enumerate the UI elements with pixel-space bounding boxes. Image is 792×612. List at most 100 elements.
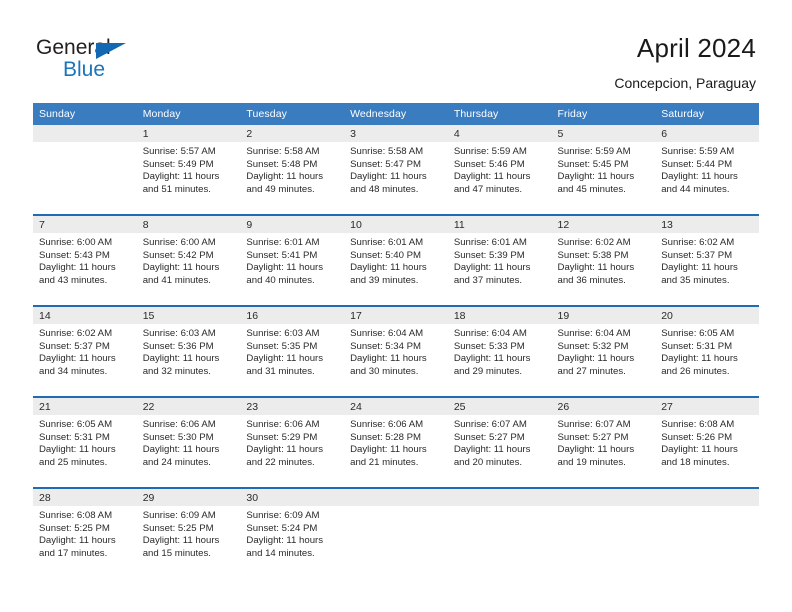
sunrise-text: Sunrise: 6:08 AM: [661, 419, 735, 430]
day-info: Sunrise: 5:57 AM Sunset: 5:49 PM Dayligh…: [137, 142, 241, 196]
calendar-day-cell[interactable]: 13 Sunrise: 6:02 AM Sunset: 5:37 PM Dayl…: [655, 214, 759, 306]
sunrise-text: Sunrise: 6:04 AM: [350, 328, 424, 339]
calendar-day-cell[interactable]: [447, 487, 552, 578]
weekday-header-monday: Monday: [136, 103, 241, 125]
calendar-day-cell[interactable]: 29 Sunrise: 6:09 AM Sunset: 5:25 PM Dayl…: [136, 487, 241, 578]
day-info: Sunrise: 6:05 AM Sunset: 5:31 PM Dayligh…: [33, 415, 137, 469]
general-blue-logo[interactable]: General Blue: [36, 36, 176, 86]
calendar-day-cell[interactable]: 30 Sunrise: 6:09 AM Sunset: 5:24 PM Dayl…: [240, 487, 345, 578]
daycell-content: 19 Sunrise: 6:04 AM Sunset: 5:32 PM Dayl…: [551, 307, 656, 396]
daylight-text-line2: and 34 minutes.: [39, 365, 108, 377]
day-number: 12: [551, 216, 656, 233]
daylight-text-line1: Daylight: 11 hours: [350, 444, 427, 456]
day-info: [344, 506, 448, 510]
daylight-text-line1: Daylight: 11 hours: [557, 444, 635, 456]
blue-triangle-flag-icon: [96, 43, 126, 59]
sunset-text: Sunset: 5:27 PM: [557, 431, 629, 443]
daylight-text-line2: and 17 minutes.: [39, 547, 108, 559]
calendar-day-cell[interactable]: [655, 487, 759, 578]
day-info: Sunrise: 6:07 AM Sunset: 5:27 PM Dayligh…: [552, 415, 656, 469]
calendar-day-cell[interactable]: 2 Sunrise: 5:58 AM Sunset: 5:48 PM Dayli…: [240, 125, 345, 215]
day-info: Sunrise: 6:04 AM Sunset: 5:33 PM Dayligh…: [448, 324, 552, 378]
day-info: Sunrise: 6:09 AM Sunset: 5:25 PM Dayligh…: [137, 506, 241, 560]
daylight-text-line2: and 44 minutes.: [661, 183, 730, 195]
sunrise-text: Sunrise: 6:04 AM: [557, 328, 631, 339]
calendar-day-cell[interactable]: 12 Sunrise: 6:02 AM Sunset: 5:38 PM Dayl…: [551, 214, 656, 306]
daycell-content: 5 Sunrise: 5:59 AM Sunset: 5:45 PM Dayli…: [551, 125, 656, 214]
calendar-day-cell[interactable]: 15 Sunrise: 6:03 AM Sunset: 5:36 PM Dayl…: [136, 305, 241, 397]
daylight-text-line2: and 25 minutes.: [39, 456, 108, 468]
day-number: 27: [655, 398, 759, 415]
daylight-text-line2: and 19 minutes.: [557, 456, 626, 468]
calendar-day-cell[interactable]: 24 Sunrise: 6:06 AM Sunset: 5:28 PM Dayl…: [344, 396, 448, 488]
sunrise-text: Sunrise: 6:06 AM: [142, 419, 216, 430]
daylight-text-line1: Daylight: 11 hours: [453, 171, 531, 183]
calendar-day-cell[interactable]: 20 Sunrise: 6:05 AM Sunset: 5:31 PM Dayl…: [655, 305, 759, 397]
daylight-text-line2: and 24 minutes.: [142, 456, 211, 468]
daycell-content: 29 Sunrise: 6:09 AM Sunset: 5:25 PM Dayl…: [136, 489, 241, 578]
daycell-content: 12 Sunrise: 6:02 AM Sunset: 5:38 PM Dayl…: [551, 216, 656, 305]
calendar-day-cell[interactable]: 28 Sunrise: 6:08 AM Sunset: 5:25 PM Dayl…: [33, 487, 137, 578]
sunrise-text: Sunrise: 6:07 AM: [453, 419, 527, 430]
daylight-text-line2: and 37 minutes.: [453, 274, 523, 286]
day-info: [552, 506, 656, 510]
calendar-day-cell[interactable]: 27 Sunrise: 6:08 AM Sunset: 5:26 PM Dayl…: [655, 396, 759, 488]
calendar-day-cell[interactable]: [33, 125, 137, 215]
calendar-day-cell[interactable]: 21 Sunrise: 6:05 AM Sunset: 5:31 PM Dayl…: [33, 396, 137, 488]
calendar-day-cell[interactable]: 18 Sunrise: 6:04 AM Sunset: 5:33 PM Dayl…: [447, 305, 552, 397]
day-info: Sunrise: 6:08 AM Sunset: 5:26 PM Dayligh…: [655, 415, 759, 469]
sunset-text: Sunset: 5:49 PM: [142, 158, 214, 170]
page-subtitle-location: Concepcion, Paraguay: [614, 75, 756, 91]
calendar-day-cell[interactable]: 8 Sunrise: 6:00 AM Sunset: 5:42 PM Dayli…: [136, 214, 241, 306]
daycell-content: 2 Sunrise: 5:58 AM Sunset: 5:48 PM Dayli…: [240, 125, 345, 214]
daylight-text-line2: and 29 minutes.: [453, 365, 523, 377]
calendar-day-cell[interactable]: 17 Sunrise: 6:04 AM Sunset: 5:34 PM Dayl…: [344, 305, 448, 397]
daylight-text-line2: and 30 minutes.: [350, 365, 419, 377]
sunset-text: Sunset: 5:46 PM: [453, 158, 525, 170]
calendar-day-cell[interactable]: 26 Sunrise: 6:07 AM Sunset: 5:27 PM Dayl…: [551, 396, 656, 488]
sunset-text: Sunset: 5:41 PM: [246, 249, 318, 261]
day-number: 17: [344, 307, 448, 324]
sunrise-text: Sunrise: 6:07 AM: [557, 419, 631, 430]
daylight-text-line2: and 27 minutes.: [557, 365, 626, 377]
calendar-day-cell[interactable]: 22 Sunrise: 6:06 AM Sunset: 5:30 PM Dayl…: [136, 396, 241, 488]
calendar-day-cell[interactable]: 23 Sunrise: 6:06 AM Sunset: 5:29 PM Dayl…: [240, 396, 345, 488]
calendar-day-cell[interactable]: 7 Sunrise: 6:00 AM Sunset: 5:43 PM Dayli…: [33, 214, 137, 306]
sunset-text: Sunset: 5:28 PM: [350, 431, 422, 443]
calendar-day-cell[interactable]: 25 Sunrise: 6:07 AM Sunset: 5:27 PM Dayl…: [447, 396, 552, 488]
calendar-week-row: 28 Sunrise: 6:08 AM Sunset: 5:25 PM Dayl…: [33, 487, 759, 578]
day-number: 14: [33, 307, 137, 324]
calendar-day-cell[interactable]: 14 Sunrise: 6:02 AM Sunset: 5:37 PM Dayl…: [33, 305, 137, 397]
calendar-day-cell[interactable]: 4 Sunrise: 5:59 AM Sunset: 5:46 PM Dayli…: [447, 125, 552, 215]
day-number: 10: [344, 216, 448, 233]
daylight-text-line1: Daylight: 11 hours: [142, 353, 220, 365]
sunrise-text: Sunrise: 5:59 AM: [453, 146, 527, 157]
day-info: Sunrise: 6:06 AM Sunset: 5:30 PM Dayligh…: [137, 415, 241, 469]
calendar-day-cell[interactable]: [344, 487, 448, 578]
calendar-day-cell[interactable]: [551, 487, 656, 578]
calendar-day-cell[interactable]: 9 Sunrise: 6:01 AM Sunset: 5:41 PM Dayli…: [240, 214, 345, 306]
sunrise-text: Sunrise: 6:02 AM: [661, 237, 735, 248]
calendar-day-cell[interactable]: 19 Sunrise: 6:04 AM Sunset: 5:32 PM Dayl…: [551, 305, 656, 397]
calendar-day-cell[interactable]: 6 Sunrise: 5:59 AM Sunset: 5:44 PM Dayli…: [655, 125, 759, 215]
day-number: [655, 489, 759, 506]
calendar-day-cell[interactable]: 11 Sunrise: 6:01 AM Sunset: 5:39 PM Dayl…: [447, 214, 552, 306]
sunset-text: Sunset: 5:34 PM: [350, 340, 422, 352]
sunrise-text: Sunrise: 6:01 AM: [350, 237, 424, 248]
sunset-text: Sunset: 5:26 PM: [661, 431, 733, 443]
calendar-day-cell[interactable]: 10 Sunrise: 6:01 AM Sunset: 5:40 PM Dayl…: [344, 214, 448, 306]
day-info: Sunrise: 6:04 AM Sunset: 5:32 PM Dayligh…: [552, 324, 656, 378]
daylight-text-line1: Daylight: 11 hours: [661, 444, 738, 456]
daycell-content: 13 Sunrise: 6:02 AM Sunset: 5:37 PM Dayl…: [655, 216, 759, 305]
daycell-content: 9 Sunrise: 6:01 AM Sunset: 5:41 PM Dayli…: [240, 216, 345, 305]
calendar-day-cell[interactable]: 1 Sunrise: 5:57 AM Sunset: 5:49 PM Dayli…: [136, 125, 241, 215]
calendar-day-cell[interactable]: 5 Sunrise: 5:59 AM Sunset: 5:45 PM Dayli…: [551, 125, 656, 215]
day-number: 30: [240, 489, 345, 506]
day-number: [344, 489, 448, 506]
calendar-day-cell[interactable]: 3 Sunrise: 5:58 AM Sunset: 5:47 PM Dayli…: [344, 125, 448, 215]
calendar-day-cell[interactable]: 16 Sunrise: 6:03 AM Sunset: 5:35 PM Dayl…: [240, 305, 345, 397]
calendar-table: Sunday Monday Tuesday Wednesday Thursday…: [33, 103, 759, 578]
calendar-week-row: 7 Sunrise: 6:00 AM Sunset: 5:43 PM Dayli…: [33, 214, 759, 306]
sunset-text: Sunset: 5:43 PM: [39, 249, 110, 261]
sunrise-text: Sunrise: 6:06 AM: [350, 419, 424, 430]
